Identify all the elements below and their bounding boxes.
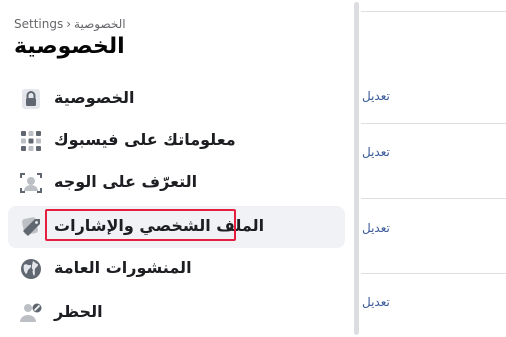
settings-content: تعديل تعديل تعديل تعديل (361, 0, 506, 337)
block-user-icon (19, 301, 43, 325)
scrollbar-thumb[interactable] (354, 2, 359, 335)
breadcrumb-current: الخصوصية (74, 17, 126, 31)
section-divider (361, 11, 506, 12)
highlight-annotation-box (45, 209, 236, 241)
breadcrumb-separator: › (66, 17, 72, 31)
sidebar-item-your-facebook-info[interactable]: معلوماتك على فيسبوك (8, 120, 345, 162)
breadcrumb-settings-link[interactable]: Settings (14, 17, 63, 31)
edit-link[interactable]: تعديل (362, 295, 390, 309)
facebook-info-grid-icon (19, 129, 43, 153)
page-title: الخصوصية (14, 34, 125, 59)
sidebar-item-label: المنشورات العامة (54, 258, 192, 277)
face-recognition-icon (19, 171, 43, 195)
breadcrumb: Settings › الخصوصية (14, 17, 126, 31)
section-divider (361, 123, 506, 124)
sidebar-item-profile-and-tagging[interactable]: الملف الشخصي والإشارات (8, 206, 345, 248)
sidebar-item-face-recognition[interactable]: التعرّف على الوجه (8, 162, 345, 204)
profile-tag-icon (19, 215, 43, 239)
sidebar-item-label: التعرّف على الوجه (54, 172, 198, 191)
sidebar-item-public-posts[interactable]: المنشورات العامة (8, 248, 345, 290)
edit-link[interactable]: تعديل (362, 145, 390, 159)
section-divider (361, 273, 506, 274)
globe-icon (19, 257, 43, 281)
settings-sidebar: Settings › الخصوصية الخصوصية الخصوصية مع… (0, 0, 352, 337)
lock-icon (19, 87, 43, 111)
sidebar-item-label: الحظر (54, 302, 103, 321)
sidebar-item-label: الخصوصية (54, 88, 135, 107)
section-divider (361, 198, 506, 199)
sidebar-item-label: معلوماتك على فيسبوك (54, 130, 236, 149)
sidebar-scrollbar[interactable] (352, 0, 361, 337)
sidebar-item-privacy[interactable]: الخصوصية (8, 78, 345, 120)
sidebar-item-blocking[interactable]: الحظر (8, 292, 345, 334)
edit-link[interactable]: تعديل (362, 221, 390, 235)
edit-link[interactable]: تعديل (362, 89, 390, 103)
